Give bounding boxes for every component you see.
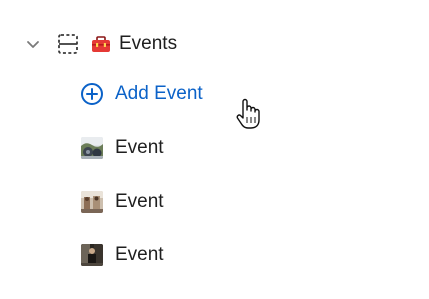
add-event-button[interactable]: Add Event <box>80 74 203 114</box>
item-label: Event <box>115 244 164 265</box>
item-label: Event <box>115 191 164 212</box>
event-tree-panel: Events Add Event Event Event Event <box>0 0 429 299</box>
item-label: Event <box>115 137 164 158</box>
add-circle-icon <box>80 82 104 106</box>
photo-thumbnail-2 <box>81 191 103 213</box>
events-group-row[interactable]: Events <box>22 24 177 64</box>
list-item-event-2[interactable]: Event <box>81 182 164 222</box>
chevron-down-icon[interactable] <box>22 33 44 55</box>
group-label: Events <box>119 33 178 54</box>
pointer-hand-cursor-icon <box>234 97 264 131</box>
list-item-event-3[interactable]: Event <box>81 235 164 275</box>
toolbox-icon <box>90 33 112 55</box>
photo-thumbnail-3 <box>81 244 103 266</box>
list-item-event-1[interactable]: Event <box>81 128 164 168</box>
photo-thumbnail-1 <box>81 137 103 159</box>
add-event-label: Add Event <box>115 83 203 104</box>
dashed-section-icon <box>56 32 80 56</box>
